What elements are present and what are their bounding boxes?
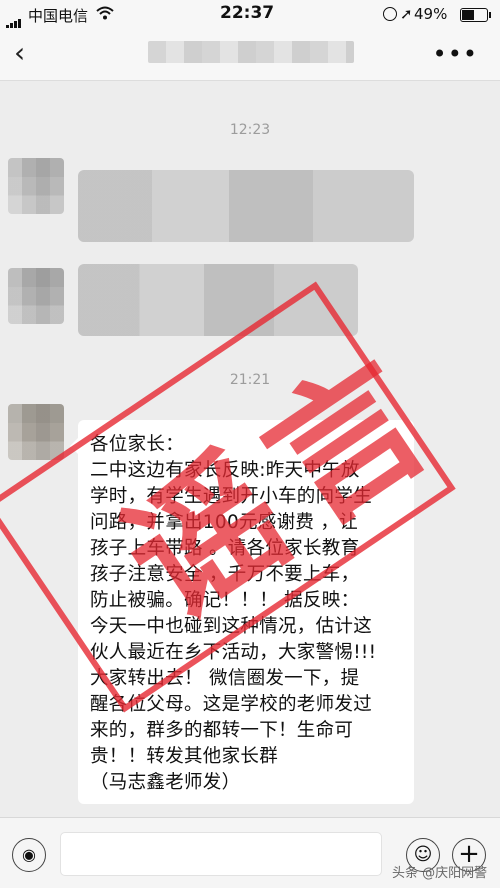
clock: 22:37 bbox=[220, 3, 275, 23]
rotation-lock-icon bbox=[383, 7, 397, 21]
battery-percent: 49% bbox=[414, 5, 448, 23]
blurred-message bbox=[78, 170, 414, 242]
chat-header: ‹ ••• bbox=[0, 28, 500, 81]
more-options-button[interactable]: ••• bbox=[433, 40, 478, 68]
voice-icon[interactable]: ◉ bbox=[12, 838, 46, 872]
message-input[interactable] bbox=[60, 832, 382, 876]
chat-title-blurred bbox=[148, 41, 354, 63]
signal-icon bbox=[6, 10, 22, 29]
back-button[interactable]: ‹ bbox=[14, 39, 25, 67]
message-line: （马志鑫老师发） bbox=[90, 772, 241, 793]
avatar[interactable] bbox=[8, 158, 64, 214]
status-bar: 中国电信 22:37 ➚ 49% bbox=[0, 0, 500, 29]
message-line: 贵！！转发其他家长群 bbox=[90, 746, 279, 767]
battery-icon bbox=[460, 8, 491, 22]
message-timestamp: 12:23 bbox=[229, 122, 271, 138]
watermark: 头条 @庆阳网警 bbox=[392, 866, 488, 881]
wifi-icon bbox=[96, 6, 114, 20]
location-icon: ➚ bbox=[400, 5, 413, 23]
carrier-label: 中国电信 bbox=[28, 7, 89, 25]
avatar[interactable] bbox=[8, 268, 64, 324]
